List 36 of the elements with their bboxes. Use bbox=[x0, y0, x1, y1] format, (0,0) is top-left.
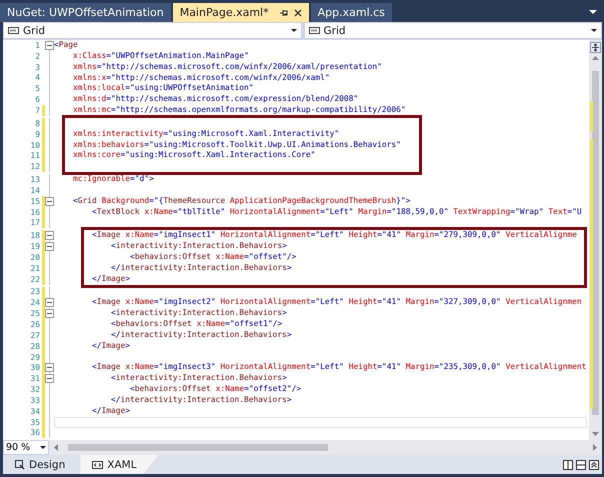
element-icon bbox=[8, 27, 19, 34]
change-mark bbox=[590, 101, 593, 132]
collapse-icon[interactable] bbox=[45, 363, 54, 372]
view-tab[interactable]: XAML bbox=[80, 455, 159, 474]
document-tab[interactable]: MainPage.xaml* bbox=[172, 3, 309, 22]
view-tab[interactable]: Design bbox=[3, 455, 78, 474]
collapse-icon[interactable] bbox=[45, 196, 54, 206]
markup-icon bbox=[92, 460, 104, 468]
element-icon bbox=[308, 27, 320, 34]
scroll-left-icon[interactable] bbox=[54, 444, 59, 451]
dropdown-caret-icon[interactable] bbox=[589, 10, 597, 15]
design-icon bbox=[15, 460, 25, 470]
document-tab[interactable]: App.xaml.cs bbox=[310, 3, 392, 22]
scroll-down-icon[interactable] bbox=[592, 432, 599, 437]
collapse-icon[interactable] bbox=[45, 309, 54, 318]
caret-icon bbox=[591, 28, 597, 32]
horizontal-split-icon[interactable] bbox=[576, 460, 586, 470]
collapse-icon[interactable] bbox=[45, 242, 54, 252]
caret-icon bbox=[40, 446, 46, 450]
document-tab[interactable]: NuGet: UWPOffsetAnimation bbox=[0, 3, 171, 22]
collapse-pane-icon[interactable] bbox=[589, 460, 599, 470]
pin-icon[interactable] bbox=[280, 8, 289, 16]
split-icon[interactable] bbox=[590, 42, 601, 53]
vertical-split-icon[interactable] bbox=[563, 460, 573, 470]
navigation-dropdown[interactable]: Grid bbox=[3, 22, 302, 39]
collapse-icon[interactable] bbox=[45, 374, 54, 384]
collapse-icon[interactable] bbox=[45, 40, 54, 50]
collapse-icon[interactable] bbox=[45, 298, 54, 308]
navigation-dropdown[interactable]: Grid bbox=[304, 22, 602, 39]
scroll-up-icon[interactable] bbox=[592, 56, 599, 61]
close-icon[interactable] bbox=[294, 8, 302, 16]
collapse-icon[interactable] bbox=[45, 231, 54, 240]
zoom-dropdown[interactable]: 90 % bbox=[3, 440, 49, 455]
scroll-right-icon[interactable] bbox=[593, 444, 598, 451]
caret-icon bbox=[290, 28, 296, 32]
scrollbar-thumb[interactable] bbox=[68, 444, 328, 451]
